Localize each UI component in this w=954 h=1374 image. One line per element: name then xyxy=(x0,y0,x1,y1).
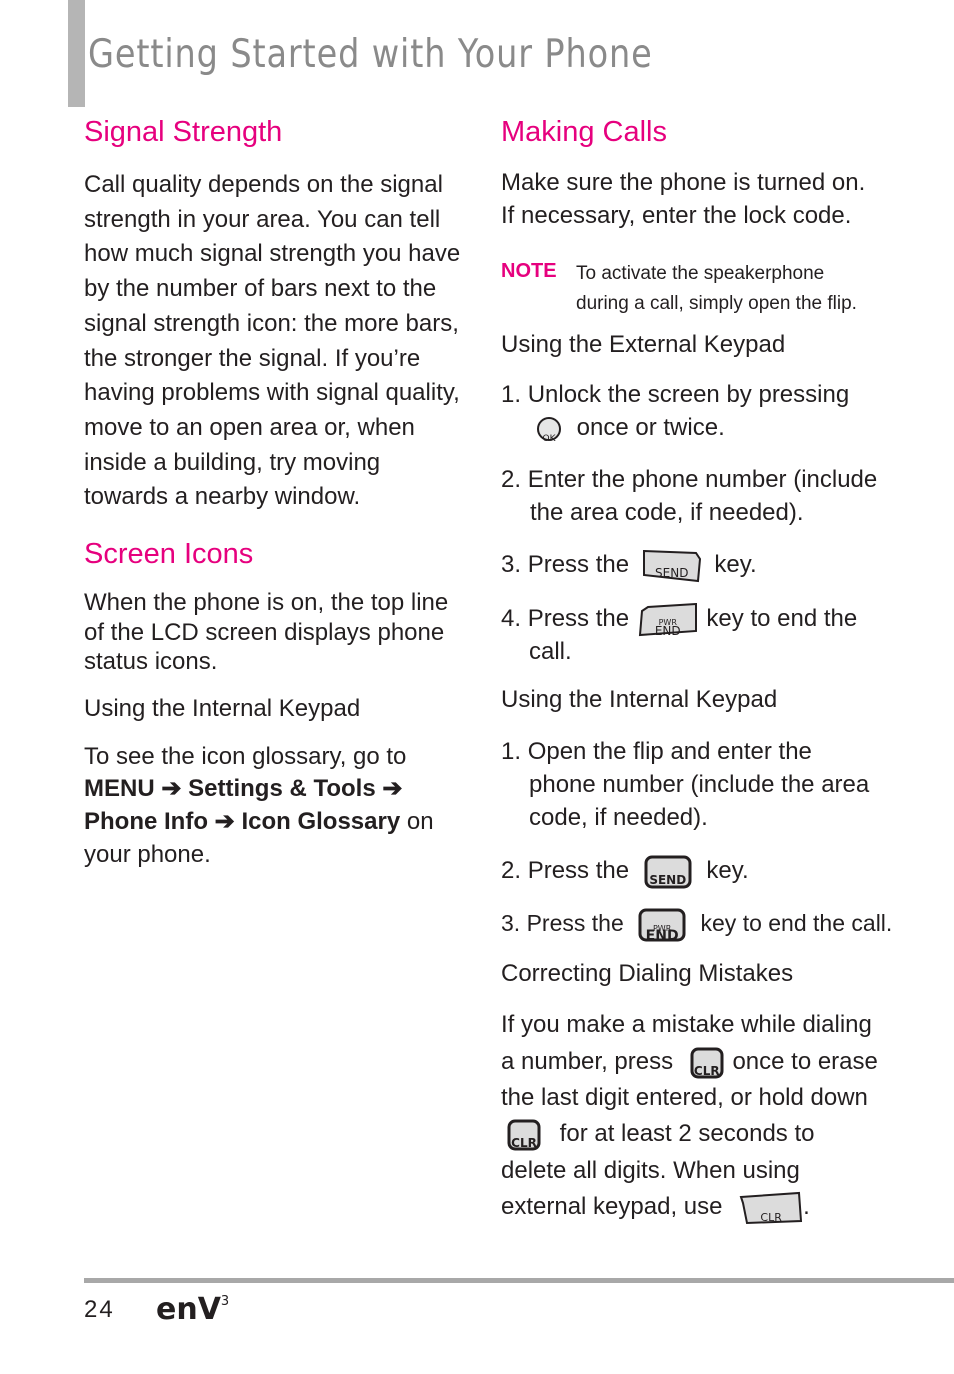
internal-step-2: 2. Press the SEND key. xyxy=(501,854,749,889)
note-label: NOTE xyxy=(501,260,557,282)
arrow-icon: ➔ xyxy=(214,808,235,835)
signal-text-line: signal strength icon: the more bars, xyxy=(84,309,459,337)
signal-strength-heading: Signal Strength xyxy=(84,116,283,148)
signal-text-line: move to an open area or, when xyxy=(84,413,415,441)
arrow-icon: ➔ xyxy=(382,775,403,802)
glossary-path-line-2: Phone Info ➔ Icon Glossary on xyxy=(84,808,434,835)
internal-step-3: 3. Press the PWR END key to end the call… xyxy=(501,907,892,944)
correct-line-3: the last digit entered, or hold down xyxy=(501,1084,868,1111)
signal-text-line: having problems with signal quality, xyxy=(84,379,460,407)
header-accent-bar xyxy=(68,0,85,107)
clr-external-key-icon: CLR xyxy=(739,1191,803,1225)
correct-line-1: If you make a mistake while dialing xyxy=(501,1011,872,1038)
send-key-internal-icon: SEND xyxy=(644,855,692,889)
env3-logo: enV3 xyxy=(156,1292,230,1327)
glossary-intro: To see the icon glossary, go to xyxy=(84,743,407,770)
external-step-4: 4. Press the PWR END key to end the xyxy=(501,602,857,638)
external-keypad-heading: Using the External Keypad xyxy=(501,331,786,358)
signal-text-line: strength in your area. You can tell xyxy=(84,205,441,233)
end-key-external-icon: PWR END xyxy=(638,602,698,638)
correct-line-5: delete all digits. When using xyxy=(501,1157,800,1184)
signal-text-line: the stronger the signal. If you’re xyxy=(84,344,421,372)
page-title: Getting Started with Your Phone xyxy=(88,32,653,77)
screen-icons-heading: Screen Icons xyxy=(84,538,254,570)
send-key-external-icon: SEND xyxy=(642,549,702,583)
glossary-suffix: your phone. xyxy=(84,841,211,868)
external-step-1: 1. Unlock the screen by pressing xyxy=(501,381,850,408)
end-key-internal-icon: PWR END xyxy=(638,908,686,944)
glossary-path-line-1: MENU ➔ Settings & Tools ➔ xyxy=(84,772,402,807)
footer-rule xyxy=(84,1278,954,1283)
note-text: To activate the speakerphone during a ca… xyxy=(576,263,857,314)
signal-text-line: towards a nearby window. xyxy=(84,483,361,511)
ok-key-icon: OK xyxy=(536,416,562,444)
clr-key-icon: CLR xyxy=(690,1047,724,1079)
page-number: 24 xyxy=(84,1296,115,1323)
external-step-2-cont: the area code, if needed). xyxy=(530,499,804,526)
correct-line-6: external keypad, use CLR . xyxy=(501,1190,810,1225)
icons-text-line: status icons. xyxy=(84,648,218,675)
correct-line-4: CLR for at least 2 seconds to xyxy=(507,1117,814,1151)
clr-key-icon: CLR xyxy=(507,1119,541,1151)
signal-text-line: by the number of bars next to the xyxy=(84,275,437,303)
making-calls-intro: Make sure the phone is turned on. If nec… xyxy=(501,169,866,229)
correct-line-2: a number, press CLR once to erase xyxy=(501,1047,878,1079)
correcting-mistakes-heading: Correcting Dialing Mistakes xyxy=(501,960,794,987)
signal-text-line: how much signal strength you have xyxy=(84,240,461,268)
external-step-4-cont: call. xyxy=(529,638,572,665)
internal-step-1-cont: phone number (include the area code, if … xyxy=(529,771,870,831)
signal-text-line: inside a building, try moving xyxy=(84,448,381,476)
internal-keypad-subheading-left: Using the Internal Keypad xyxy=(84,695,361,722)
external-step-1-cont: OK once or twice. xyxy=(536,411,725,444)
path-settings-tools: Settings & Tools xyxy=(188,775,376,802)
external-step-2: 2. Enter the phone number (include xyxy=(501,466,878,493)
path-phone-info: Phone Info xyxy=(84,808,208,835)
external-step-3: 3. Press the SEND key. xyxy=(501,548,757,583)
path-icon-glossary: Icon Glossary xyxy=(241,808,401,835)
internal-step-1: 1. Open the flip and enter the xyxy=(501,738,812,765)
signal-text-line: Call quality depends on the signal xyxy=(84,171,443,198)
making-calls-heading: Making Calls xyxy=(501,116,667,148)
arrow-icon: ➔ xyxy=(161,775,182,802)
path-menu: MENU xyxy=(84,775,155,802)
internal-keypad-heading: Using the Internal Keypad xyxy=(501,686,778,713)
